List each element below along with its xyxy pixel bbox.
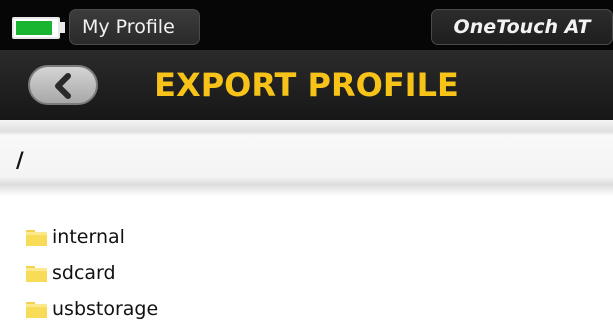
- battery-level: [16, 21, 52, 35]
- list-item-internal[interactable]: internal: [26, 222, 125, 252]
- list-item-sdcard[interactable]: sdcard: [26, 258, 116, 288]
- list-item-label: usbstorage: [52, 298, 159, 320]
- list-item-label: sdcard: [52, 262, 116, 284]
- profile-label: My Profile: [82, 16, 175, 38]
- folder-icon: [26, 301, 47, 318]
- battery-tip: [60, 22, 65, 33]
- list-item-label: internal: [52, 226, 125, 248]
- brand-label: OneTouch AT: [453, 16, 591, 38]
- folder-icon: [26, 265, 47, 282]
- title-bar: EXPORT PROFILE: [0, 50, 613, 120]
- back-button[interactable]: [28, 65, 98, 105]
- folder-icon: [26, 229, 47, 246]
- brand-button[interactable]: OneTouch AT: [431, 9, 613, 45]
- status-bar: My Profile OneTouch AT: [0, 0, 613, 50]
- path-bar: /: [0, 120, 613, 196]
- list-item-usbstorage[interactable]: usbstorage: [26, 294, 158, 324]
- profile-button[interactable]: My Profile: [69, 9, 200, 45]
- chevron-left-icon: [55, 73, 71, 99]
- battery-icon: [12, 17, 60, 39]
- current-path: /: [16, 148, 24, 172]
